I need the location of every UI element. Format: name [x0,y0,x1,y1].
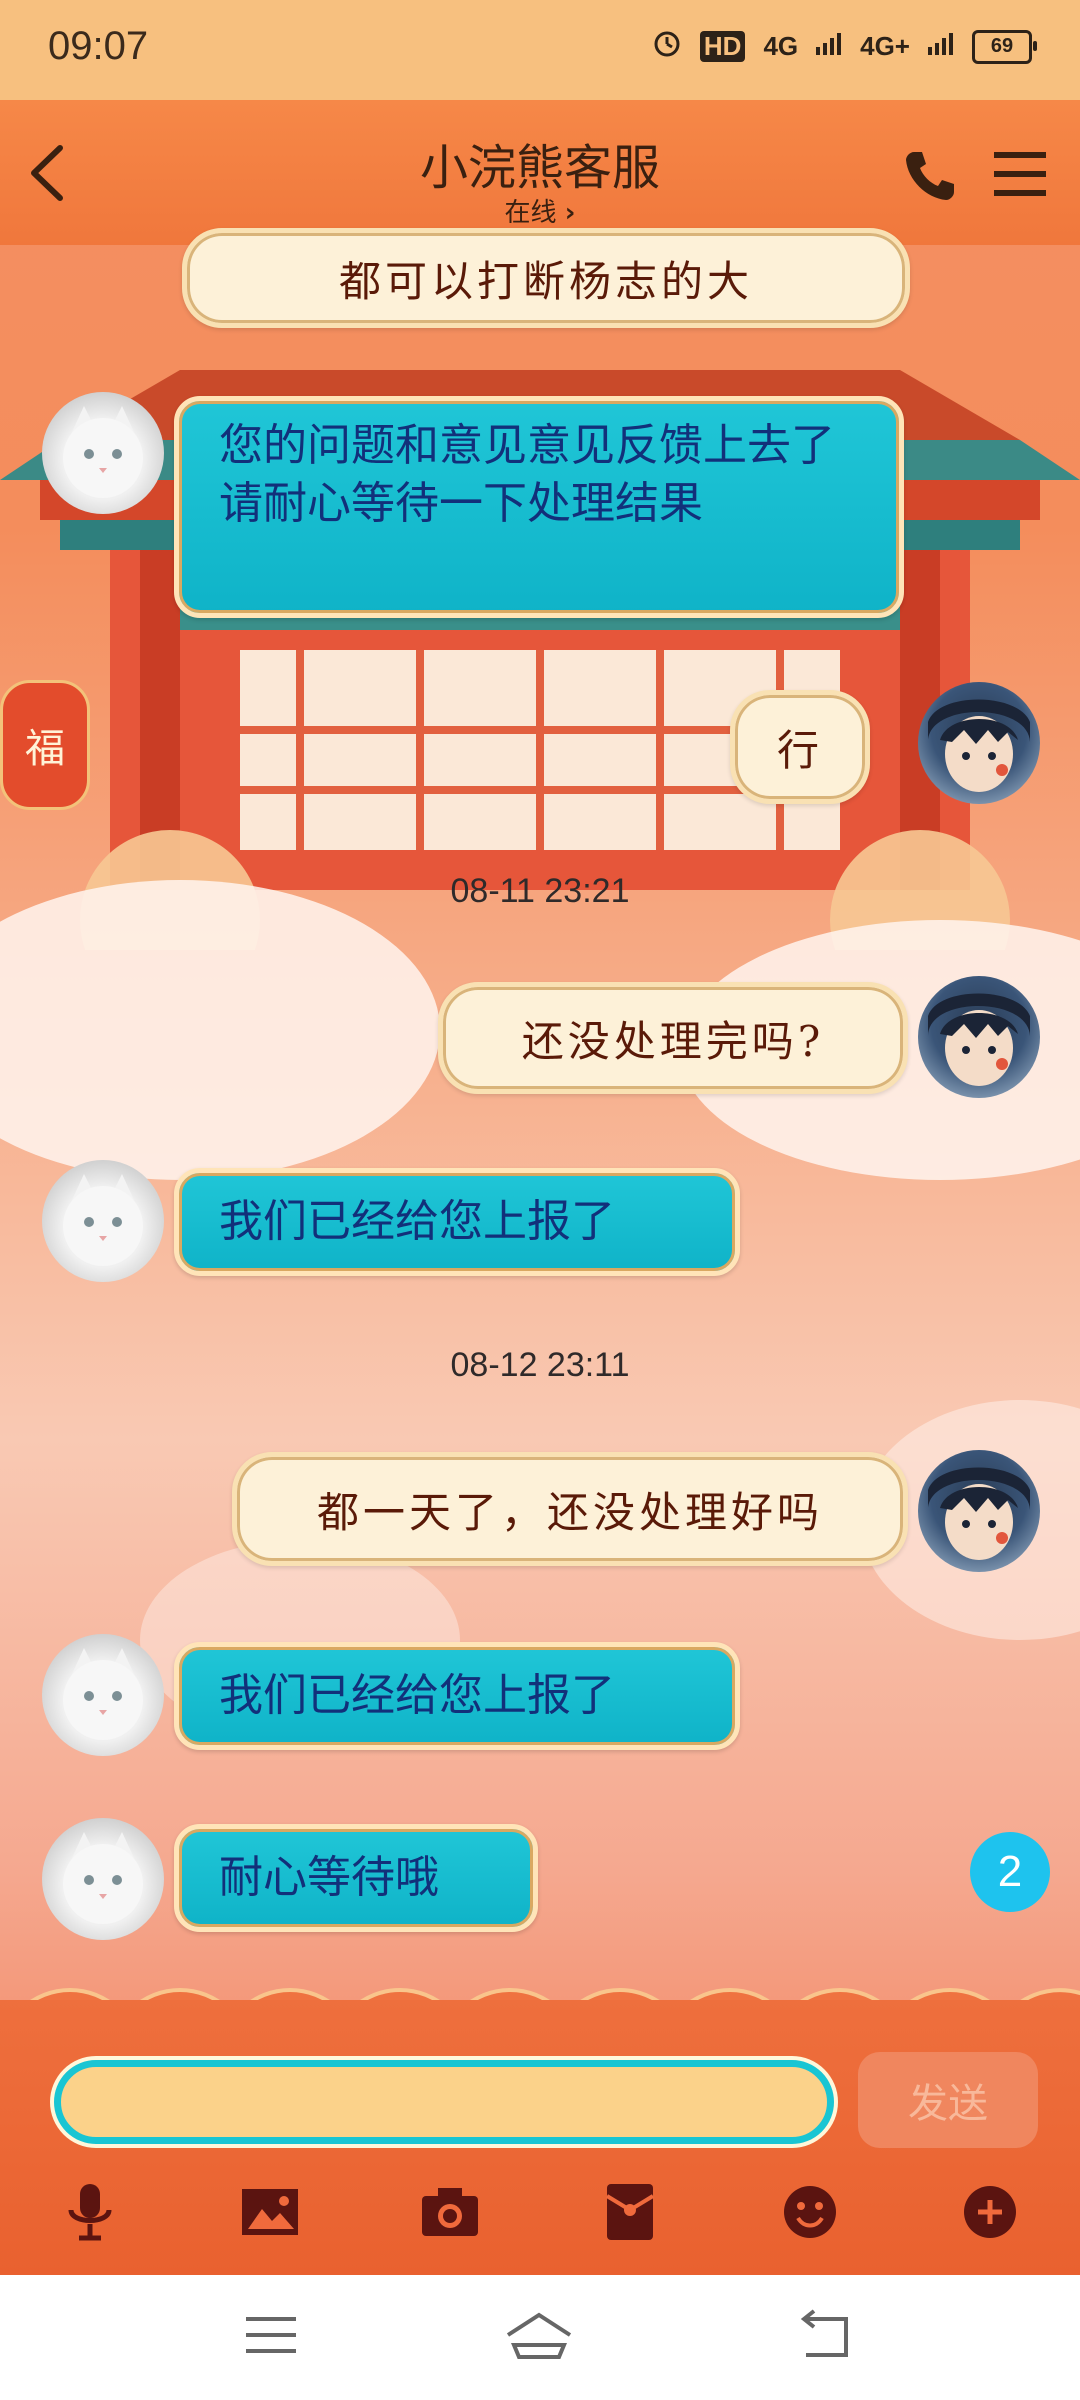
call-button[interactable] [900,146,960,206]
signal-icon [816,31,842,62]
message-text: 行 [776,725,823,775]
agent-message-bubble[interactable]: 您的问题和意见意见反馈上去了 请耐心等待一下处理结果 [174,396,904,618]
chat-screen: 福 09:07 HD 4G 4G+ 69 小浣熊客服 在线 › 都可以打断杨志的… [0,0,1080,2400]
alarm-icon [652,28,682,65]
agent-avatar[interactable] [42,1818,164,1940]
menu-icon [994,152,1046,196]
agent-avatar[interactable] [42,1160,164,1282]
message-text: 都一天了，还没处理好吗 [316,1487,823,1537]
user-avatar[interactable] [918,1450,1040,1572]
home-button[interactable] [504,2305,574,2365]
status-bar: 09:07 HD 4G 4G+ 69 [0,0,1080,100]
voice-button[interactable] [58,2180,122,2244]
message-text: 还没处理完吗? [521,1016,825,1066]
message-timestamp: 08-11 23:21 [450,872,630,910]
online-status-label: 在线 [504,198,557,228]
emoji-button[interactable] [778,2180,842,2244]
user-message-bubble[interactable]: 都可以打断杨志的大 [182,228,910,328]
user-message-bubble[interactable]: 行 [730,690,870,804]
agent-message-bubble[interactable]: 我们已经给您上报了 [174,1642,740,1750]
agent-message-bubble[interactable]: 我们已经给您上报了 [174,1168,740,1276]
signal-icon [928,31,954,62]
menu-icon [246,2317,296,2353]
hd-indicator: HD [699,31,746,62]
home-icon [506,2312,572,2359]
lantern-character: 福 [25,726,65,772]
status-icons: HD 4G 4G+ 69 [652,28,1037,65]
unread-count-badge[interactable]: 2 [970,1832,1050,1912]
status-time: 09:07 [48,24,149,68]
battery-level: 69 [990,35,1014,57]
send-button-label: 发送 [908,2081,988,2127]
unread-count: 2 [997,1847,1023,1896]
agent-avatar[interactable] [42,1634,164,1756]
back-nav-button[interactable] [786,2305,856,2365]
user-avatar[interactable] [918,682,1040,804]
network-indicator: 4G+ [860,31,910,61]
plus-icon [964,2186,1016,2238]
message-text: 您的问题和意见意见反馈上去了 请耐心等待一下处理结果 [219,420,835,529]
red-packet-icon [605,2184,655,2240]
message-text: 耐心等待哦 [219,1852,439,1903]
recents-button[interactable] [236,2305,306,2365]
lantern-decoration: 福 [0,680,90,810]
microphone-icon [68,2184,112,2241]
red-packet-button[interactable] [598,2180,662,2244]
agent-avatar[interactable] [42,392,164,514]
system-nav-bar [0,2275,1080,2400]
menu-button[interactable] [990,146,1050,202]
message-timestamp: 08-12 23:11 [450,1346,630,1384]
phone-icon [906,152,954,200]
message-input[interactable] [54,2060,834,2144]
network-indicator: 4G [763,31,799,61]
message-text: 都可以打断杨志的大 [338,256,753,306]
user-avatar[interactable] [918,976,1040,1098]
camera-button[interactable] [418,2180,482,2244]
user-message-bubble[interactable]: 还没处理完吗? [438,982,908,1094]
chevron-right-icon: › [564,198,576,228]
image-icon [242,2189,298,2235]
back-icon [800,2309,848,2357]
message-text: 我们已经给您上报了 [219,1670,615,1721]
camera-icon [422,2188,478,2236]
agent-message-bubble[interactable]: 耐心等待哦 [174,1824,538,1932]
message-text: 我们已经给您上报了 [219,1196,615,1247]
chat-header: 小浣熊客服 在线 › [0,100,1080,245]
more-button[interactable] [958,2180,1022,2244]
user-message-bubble[interactable]: 都一天了，还没处理好吗 [232,1452,908,1566]
emoji-icon [784,2186,836,2238]
photo-button[interactable] [238,2180,302,2244]
battery-icon: 69 [972,29,1037,64]
send-button[interactable]: 发送 [858,2052,1038,2148]
